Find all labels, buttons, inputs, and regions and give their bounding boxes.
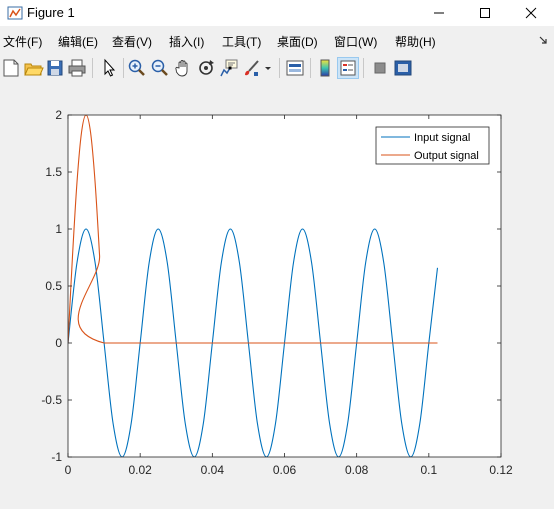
pan-button[interactable] [172, 57, 194, 79]
edit-plot-button[interactable] [98, 57, 120, 79]
edit-plot-arrow-icon [104, 58, 116, 77]
print-button[interactable] [66, 57, 88, 79]
menu-tools[interactable]: 工具(T) [222, 33, 261, 50]
legend-button[interactable] [337, 57, 359, 79]
close-button[interactable] [508, 0, 554, 26]
menu-help[interactable]: 帮助(H) [395, 33, 436, 50]
menu-file[interactable]: 文件(F) [3, 33, 42, 50]
brush-button[interactable] [241, 57, 263, 79]
title-bar: Figure 1 [0, 0, 554, 26]
chevron-down-icon [265, 67, 271, 70]
matlab-figure-icon [7, 6, 23, 20]
y-tick-label: 1.5 [45, 165, 62, 179]
zoom-in-button[interactable] [126, 57, 148, 79]
colorbar-icon [320, 59, 330, 77]
y-tick-label: -1 [51, 450, 62, 464]
rotate-3d-button[interactable] [195, 57, 217, 79]
y-tick-label: -0.5 [41, 393, 62, 407]
save-icon [47, 60, 63, 76]
menu-insert[interactable]: 插入(I) [169, 33, 204, 50]
new-figure-icon [3, 59, 19, 77]
menu-edit[interactable]: 编辑(E) [58, 33, 98, 50]
legend-label-input: Input signal [414, 132, 470, 144]
zoom-out-button[interactable] [149, 57, 171, 79]
data-cursor-button[interactable] [218, 57, 240, 79]
line-plot[interactable]: 0 0.02 0.04 0.06 0.08 0.1 0.12-1-0.500.511.52 … [0, 83, 554, 504]
new-figure-button[interactable] [0, 57, 22, 79]
save-button[interactable] [44, 57, 66, 79]
x-tick-label: 0 [65, 463, 72, 477]
rotate-3d-icon [199, 60, 214, 75]
toolbar-separator [123, 58, 124, 78]
menu-window[interactable]: 窗口(W) [334, 33, 377, 50]
x-tick-label: 0.12 [489, 463, 513, 477]
x-tick-label: 0.02 [128, 463, 152, 477]
toolbar-separator [279, 58, 280, 78]
figure-toolbar [0, 54, 554, 82]
maximize-icon [480, 8, 490, 18]
menu-view[interactable]: 查看(V) [112, 33, 152, 50]
x-tick-label: 0.08 [345, 463, 369, 477]
legend-label-output: Output signal [414, 150, 479, 162]
link-plot-icon [286, 60, 304, 76]
x-tick-label: 0.1 [420, 463, 437, 477]
legend[interactable]: Input signal Output signal [375, 126, 490, 165]
window-title: Figure 1 [27, 5, 75, 20]
minimize-button[interactable] [416, 0, 462, 26]
x-tick-label: 0.06 [273, 463, 297, 477]
hide-plot-tools-icon [374, 62, 386, 74]
close-icon [525, 7, 537, 19]
y-tick-label: 2 [55, 108, 62, 122]
toolbar-separator [92, 58, 93, 78]
toolbar-separator [310, 58, 311, 78]
zoom-out-icon [151, 59, 168, 76]
x-tick-label: 0.04 [201, 463, 225, 477]
dock-arrow-icon[interactable] [538, 35, 548, 45]
menu-bar: 文件(F) 编辑(E) 查看(V) 插入(I) 工具(T) 桌面(D) 窗口(W… [0, 27, 554, 53]
open-file-icon [24, 63, 44, 76]
menu-desktop[interactable]: 桌面(D) [277, 33, 318, 50]
zoom-in-icon [128, 59, 145, 76]
minimize-icon [434, 12, 444, 14]
show-plot-tools-button[interactable] [392, 57, 414, 79]
brush-dropdown[interactable] [262, 57, 274, 79]
brush-icon [245, 60, 259, 76]
hide-plot-tools-button[interactable] [369, 57, 391, 79]
legend-icon [340, 60, 356, 76]
maximize-button[interactable] [462, 0, 508, 26]
data-cursor-icon [220, 59, 238, 77]
y-tick-label: 1 [55, 222, 62, 236]
colorbar-button[interactable] [314, 57, 336, 79]
figure-canvas: 0 0.02 0.04 0.06 0.08 0.1 0.12 -1 -0.5 0 0.5 1 1.5 2 … [0, 83, 554, 504]
link-plot-button[interactable] [284, 57, 306, 79]
y-tick-label: 0 [55, 336, 62, 350]
open-file-button[interactable] [22, 57, 44, 79]
y-tick-label: 0.5 [45, 279, 62, 293]
pan-hand-icon [175, 60, 188, 77]
toolbar-separator [363, 58, 364, 78]
print-icon [68, 59, 86, 77]
show-plot-tools-icon [394, 60, 412, 76]
